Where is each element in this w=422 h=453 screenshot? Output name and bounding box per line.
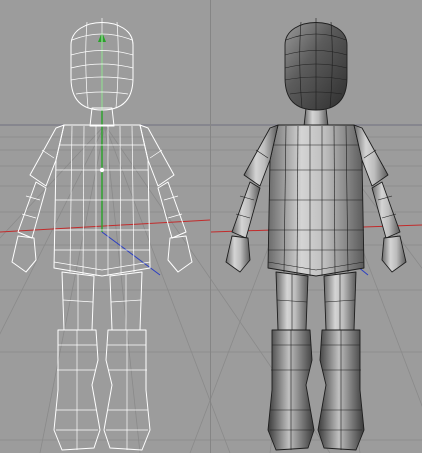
scene-canvas[interactable] (0, 0, 422, 453)
wireframe-character-model[interactable] (11, 17, 193, 451)
world-axes-left (0, 32, 211, 276)
pivot-point (99, 167, 105, 173)
viewport-3d[interactable] (0, 0, 422, 453)
shaded-character-model[interactable] (225, 17, 407, 451)
